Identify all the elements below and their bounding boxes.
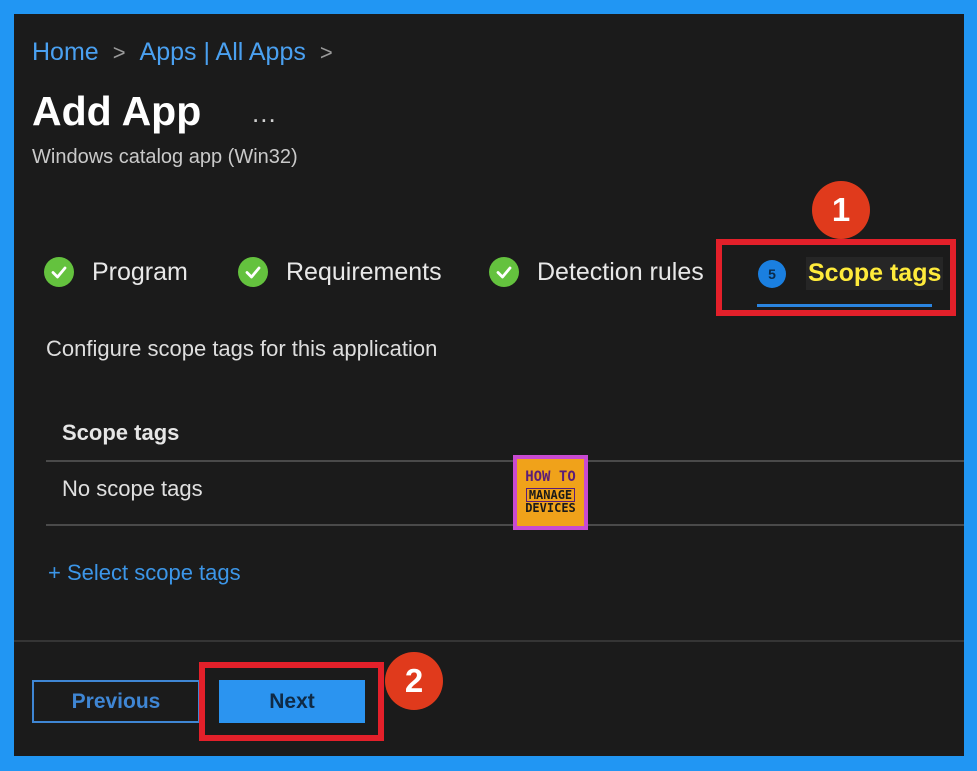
breadcrumb: Home > Apps | All Apps > [32,38,347,67]
table-divider [46,460,964,462]
breadcrumb-separator: > [112,39,126,65]
logo-text: HOW TO [525,469,576,486]
annotation-badge-1: 1 [812,181,870,239]
page-subtitle: Windows catalog app (Win32) [32,146,298,168]
table-row: No scope tags [62,476,203,501]
previous-button[interactable]: Previous [32,680,200,723]
logo-text: MANAGE [525,487,576,503]
step-detection-rules[interactable]: Detection rules [489,257,704,287]
checkmark-icon [489,257,519,287]
section-description: Configure scope tags for this applicatio… [46,336,438,361]
step-program[interactable]: Program [44,257,188,287]
step-label: Requirements [286,257,442,286]
checkmark-icon [44,257,74,287]
more-options-button[interactable]: ... [252,98,277,129]
add-app-panel: Home > Apps | All Apps > Add App ... Win… [14,14,964,756]
logo-text: DEVICES [525,501,576,516]
table-divider [46,524,964,526]
highlight-box-scope-tags [716,239,956,316]
breadcrumb-separator: > [319,39,333,65]
step-requirements[interactable]: Requirements [238,257,442,287]
footer-divider [14,640,964,642]
page-title: Add App [32,88,202,134]
step-label: Program [92,257,188,286]
table-column-header: Scope tags [62,420,180,445]
breadcrumb-apps[interactable]: Apps | All Apps [140,38,306,67]
select-scope-tags-link[interactable]: + Select scope tags [48,560,241,586]
step-label: Detection rules [537,257,704,286]
highlight-box-next [199,662,384,741]
checkmark-icon [238,257,268,287]
breadcrumb-home[interactable]: Home [32,38,99,67]
watermark-logo: HOW TO MANAGE DEVICES [513,455,588,530]
annotation-badge-2: 2 [385,652,443,710]
